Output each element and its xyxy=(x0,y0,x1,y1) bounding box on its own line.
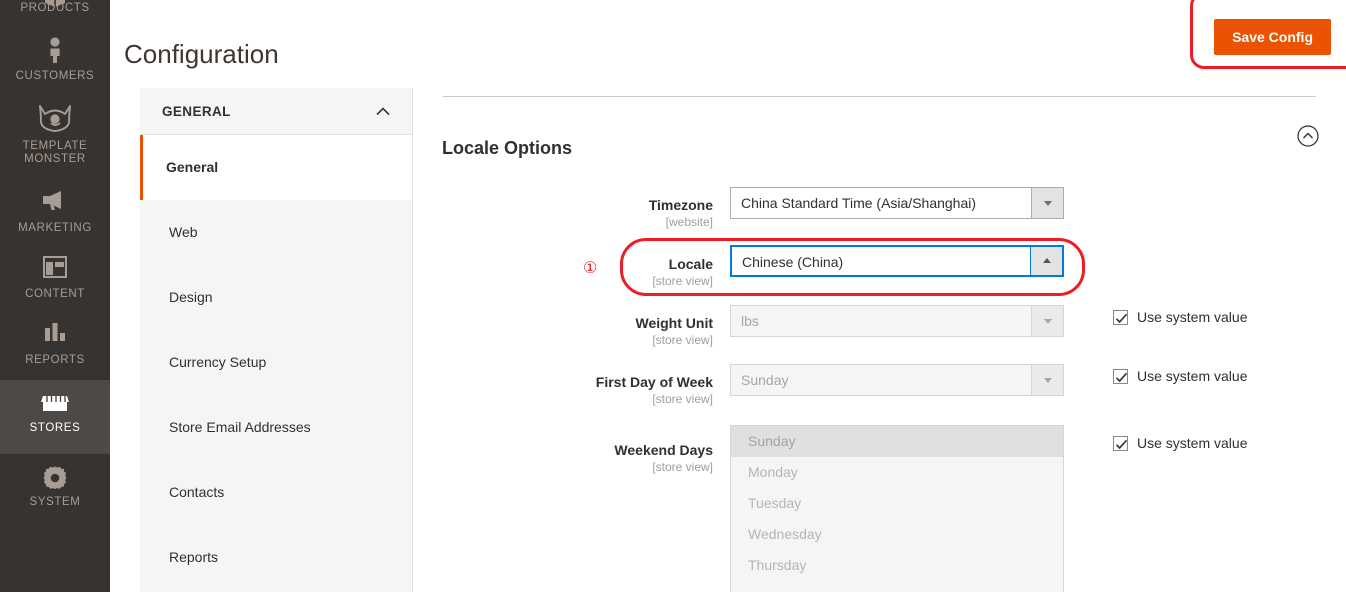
section-title-locale-options: Locale Options xyxy=(442,138,572,159)
first-day-of-week-select[interactable]: Sunday xyxy=(730,364,1064,396)
sidebar-item-label: REPORTS xyxy=(2,354,108,367)
chevron-up-icon xyxy=(1030,247,1062,275)
global-sidebar-nav: PRODUCTS CUSTOMERS TEMPLATE MONSTER MA xyxy=(0,0,110,592)
field-label: Weekend Days xyxy=(513,442,713,458)
multiselect-option[interactable]: Wednesday xyxy=(731,519,1063,550)
checkbox-checked-icon xyxy=(1113,436,1128,451)
config-item-list: General Web Design Currency Setup Store … xyxy=(140,135,412,590)
sidebar-item-label: CONTENT xyxy=(2,288,108,301)
field-scope: [store view] xyxy=(513,460,713,474)
field-scope: [store view] xyxy=(513,392,713,406)
field-label: First Day of Week xyxy=(513,374,713,390)
main-content: Locale Options Timezone [website] China … xyxy=(413,81,1346,592)
sidebar-item-content[interactable]: CONTENT xyxy=(0,248,110,314)
multiselect-option[interactable]: Monday xyxy=(731,457,1063,488)
field-label: Locale xyxy=(513,256,713,272)
config-item-contacts[interactable]: Contacts xyxy=(140,460,412,525)
section-collapse-toggle-icon[interactable] xyxy=(1297,125,1319,147)
weekend-days-multiselect[interactable]: Sunday Monday Tuesday Wednesday Thursday xyxy=(730,425,1064,592)
field-scope: [website] xyxy=(513,215,713,229)
customers-icon xyxy=(2,36,108,66)
sidebar-item-label: PRODUCTS xyxy=(2,2,108,15)
config-item-reports[interactable]: Reports xyxy=(140,525,412,590)
multiselect-option[interactable]: Sunday xyxy=(731,426,1063,457)
magento-admin-configuration-page: PRODUCTS CUSTOMERS TEMPLATE MONSTER MA xyxy=(0,0,1346,592)
marketing-megaphone-icon xyxy=(2,188,108,218)
field-label: Weight Unit xyxy=(513,315,713,331)
sidebar-item-template-monster[interactable]: TEMPLATE MONSTER xyxy=(0,96,110,182)
sidebar-item-label: SYSTEM xyxy=(2,496,108,509)
multiselect-option[interactable]: Thursday xyxy=(731,550,1063,581)
content-divider xyxy=(443,96,1316,97)
page-title: Configuration xyxy=(124,39,279,70)
sidebar-item-label: TEMPLATE MONSTER xyxy=(2,140,108,166)
checkbox-checked-icon xyxy=(1113,310,1128,325)
weight-unit-select[interactable]: lbs xyxy=(730,305,1064,337)
use-system-value-label: Use system value xyxy=(1137,435,1247,451)
use-system-value-label: Use system value xyxy=(1137,368,1247,384)
config-item-design[interactable]: Design xyxy=(140,265,412,330)
chevron-down-icon xyxy=(1031,365,1063,395)
config-item-currency-setup[interactable]: Currency Setup xyxy=(140,330,412,395)
timezone-select-value: China Standard Time (Asia/Shanghai) xyxy=(731,188,1031,218)
config-item-web[interactable]: Web xyxy=(140,200,412,265)
checkbox-checked-icon xyxy=(1113,369,1128,384)
config-section-label: GENERAL xyxy=(162,104,231,119)
locale-select[interactable]: Chinese (China) xyxy=(730,245,1064,277)
content-layout-icon xyxy=(2,254,108,284)
sidebar-item-marketing[interactable]: MARKETING xyxy=(0,182,110,248)
reports-bars-icon xyxy=(2,320,108,350)
use-system-value-weight-unit[interactable]: Use system value xyxy=(1113,309,1247,325)
sidebar-item-products[interactable]: PRODUCTS xyxy=(0,0,110,30)
config-section-general-header[interactable]: GENERAL xyxy=(140,88,412,135)
annotation-marker-1: ① xyxy=(583,258,597,278)
field-scope: [store view] xyxy=(513,274,713,288)
configuration-sidebar: GENERAL General Web Design Currency Setu… xyxy=(140,88,413,592)
chevron-down-icon xyxy=(1031,188,1063,218)
page-header: Configuration ② Save Config xyxy=(110,0,1346,81)
multiselect-option[interactable]: Tuesday xyxy=(731,488,1063,519)
config-item-store-email-addresses[interactable]: Store Email Addresses xyxy=(140,395,412,460)
sidebar-item-label: STORES xyxy=(2,422,108,435)
sidebar-item-stores[interactable]: STORES xyxy=(0,380,110,454)
chevron-down-icon xyxy=(1031,306,1063,336)
chevron-up-icon xyxy=(376,88,390,135)
sidebar-item-label: CUSTOMERS xyxy=(2,70,108,83)
use-system-value-label: Use system value xyxy=(1137,309,1247,325)
field-scope: [store view] xyxy=(513,333,713,347)
first-day-of-week-select-value: Sunday xyxy=(731,365,1031,395)
save-config-button[interactable]: Save Config xyxy=(1214,19,1331,55)
weight-unit-select-value: lbs xyxy=(731,306,1031,336)
sidebar-item-system[interactable]: SYSTEM xyxy=(0,454,110,520)
sidebar-item-reports[interactable]: REPORTS xyxy=(0,314,110,380)
use-system-value-weekend-days[interactable]: Use system value xyxy=(1113,435,1247,451)
sidebar-item-label: MARKETING xyxy=(2,222,108,235)
locale-select-value: Chinese (China) xyxy=(732,247,1030,275)
field-label: Timezone xyxy=(513,197,713,213)
stores-storefront-icon xyxy=(2,392,108,418)
timezone-select[interactable]: China Standard Time (Asia/Shanghai) xyxy=(730,187,1064,219)
use-system-value-first-day-of-week[interactable]: Use system value xyxy=(1113,368,1247,384)
config-item-general[interactable]: General xyxy=(140,135,412,200)
sidebar-item-customers[interactable]: CUSTOMERS xyxy=(0,30,110,96)
system-gear-icon xyxy=(2,464,108,492)
template-monster-icon xyxy=(2,102,108,136)
